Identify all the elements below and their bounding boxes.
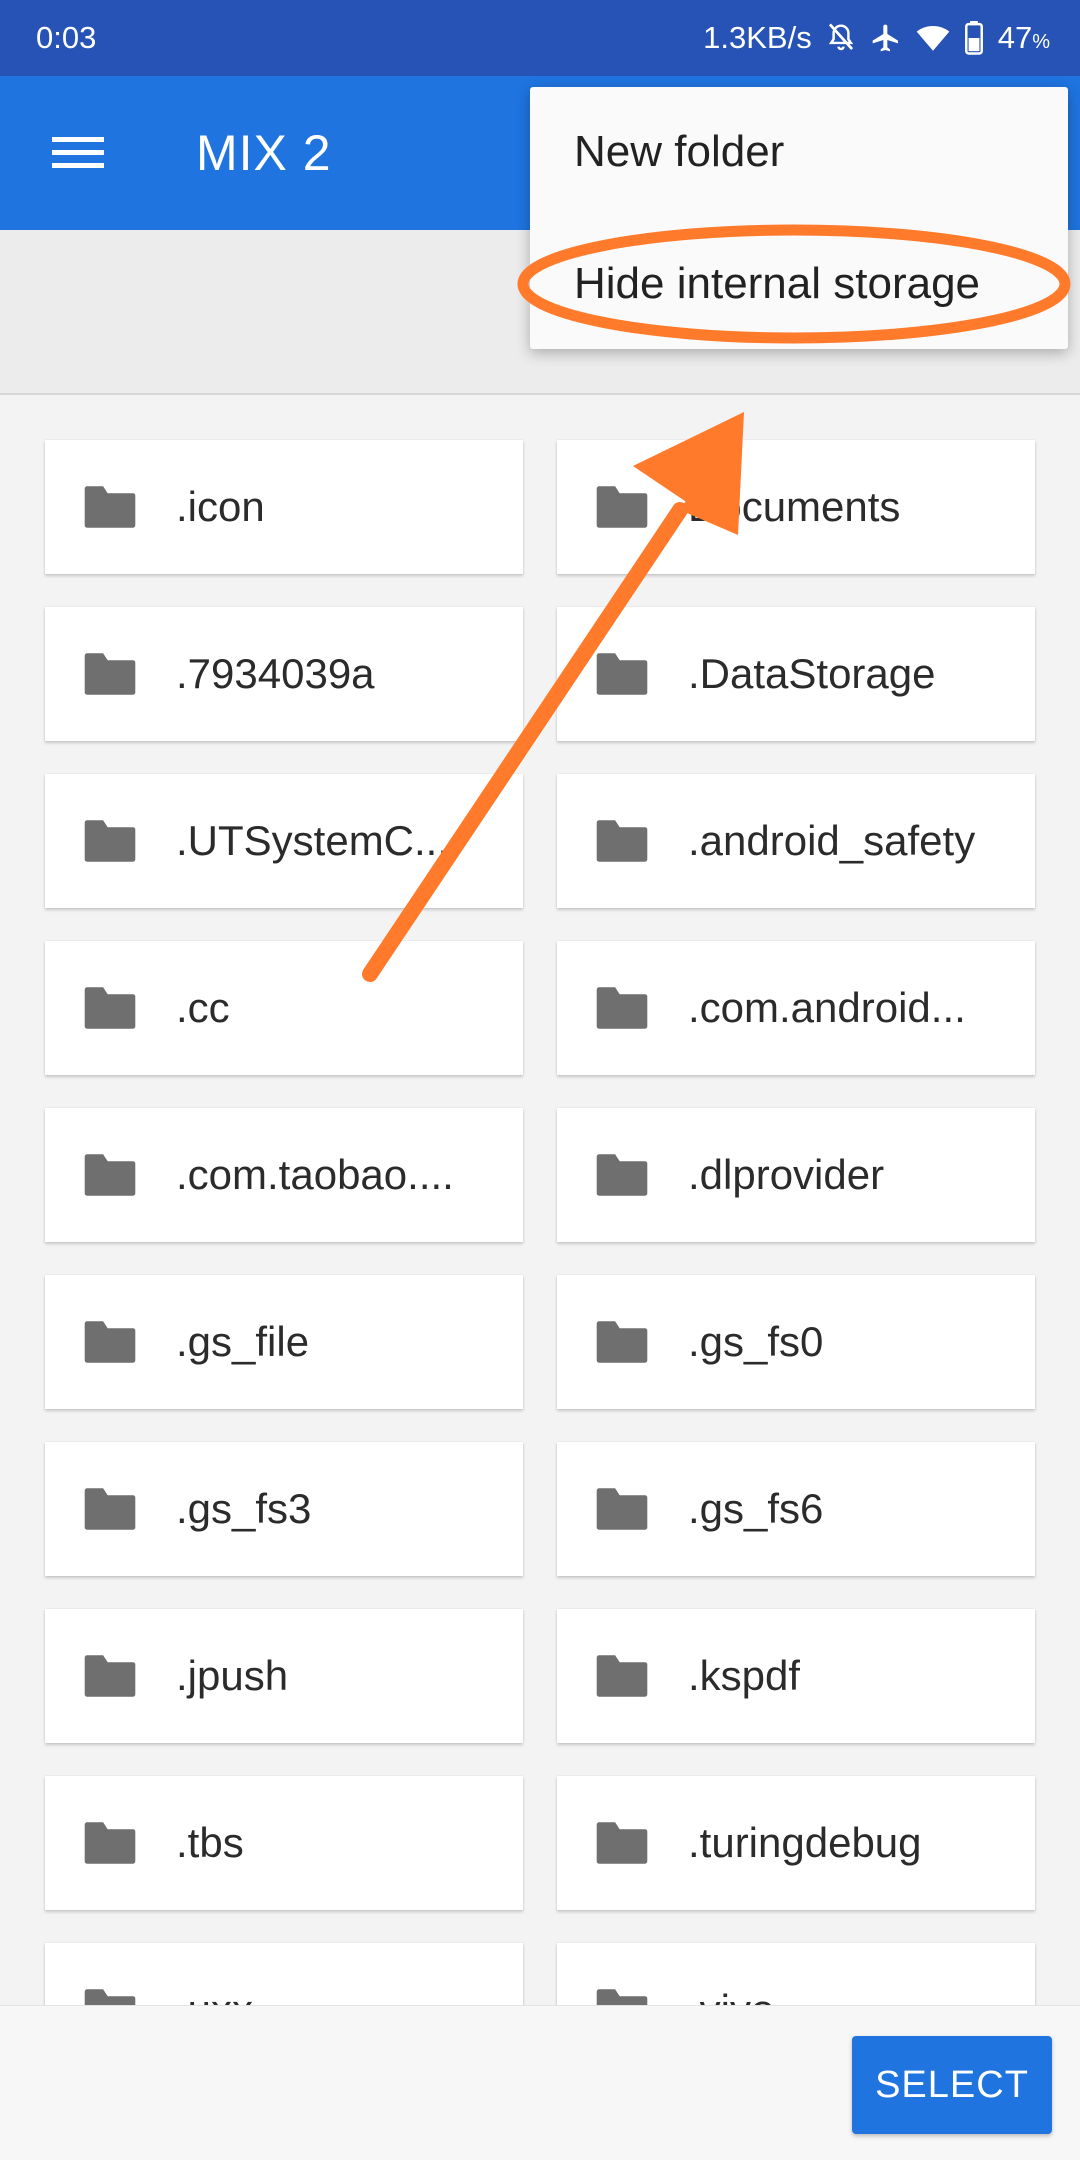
folder-tile[interactable]: .dlprovider (557, 1108, 1035, 1242)
folder-name: .UTSystemC... (176, 817, 450, 864)
menu-item-new-folder[interactable]: New folder (574, 127, 784, 177)
app-title: MIX 2 (196, 125, 332, 181)
folder-icon (596, 1321, 648, 1363)
folder-icon (596, 820, 648, 862)
folder-tile[interactable]: .gs_fs3 (45, 1442, 523, 1576)
folder-name: .jpush (176, 1652, 289, 1699)
folder-name: .DataStorage (688, 650, 936, 697)
folder-tile[interactable]: .gs_file (45, 1275, 523, 1409)
status-bar: 0:03 1.3KB/s 47% (0, 0, 1080, 76)
folder-tile[interactable]: .android_safety (557, 774, 1035, 908)
status-time: 0:03 (36, 20, 97, 55)
airplane-icon (870, 22, 902, 54)
folder-tile[interactable]: .com.taobao.... (45, 1108, 523, 1242)
folder-tile[interactable]: .tbs (45, 1776, 523, 1910)
folder-icon (596, 1655, 648, 1697)
folder-icon (596, 1154, 648, 1196)
folder-name: .tbs (176, 1819, 244, 1866)
battery-percent: 47% (997, 20, 1050, 55)
folder-tile[interactable]: .icon (45, 440, 523, 574)
folder-grid: .icon Documents .7934039a .DataStorage .UTSy… (45, 440, 1035, 2077)
folder-icon (84, 1154, 136, 1196)
folder-name: .turingdebug (688, 1819, 922, 1866)
folder-tile[interactable]: .UTSystemC... (45, 774, 523, 908)
folder-tile[interactable]: .kspdf (557, 1609, 1035, 1743)
folder-name: .icon (176, 483, 265, 530)
folder-tile[interactable]: Documents (557, 440, 1035, 574)
folder-icon (84, 1822, 136, 1864)
bell-off-icon (826, 22, 856, 54)
folder-name: .com.android... (688, 984, 966, 1031)
folder-tile[interactable]: .7934039a (45, 607, 523, 741)
network-speed: 1.3KB/s (703, 20, 812, 55)
overflow-menu: New folder Hide internal storage (530, 87, 1068, 349)
folder-tile[interactable]: .DataStorage (557, 607, 1035, 741)
folder-icon (596, 1488, 648, 1530)
folder-name: .gs_fs0 (688, 1318, 824, 1365)
folder-name: .cc (176, 984, 230, 1031)
wifi-icon (916, 23, 950, 53)
hamburger-icon[interactable] (40, 115, 116, 191)
folder-name: .gs_file (176, 1318, 310, 1365)
folder-tile[interactable]: .cc (45, 941, 523, 1075)
folder-icon (84, 1321, 136, 1363)
folder-name: .android_safety (688, 817, 976, 864)
folder-icon (596, 987, 648, 1029)
folder-tile[interactable]: .jpush (45, 1609, 523, 1743)
folder-name: .gs_fs6 (688, 1485, 824, 1532)
select-button[interactable]: SELECT (852, 2036, 1052, 2134)
bottom-bar: SELECT (0, 2005, 1080, 2160)
folder-icon (596, 653, 648, 695)
folder-name: .kspdf (688, 1652, 801, 1699)
folder-tile[interactable]: .turingdebug (557, 1776, 1035, 1910)
menu-item-hide-internal-storage[interactable]: Hide internal storage (574, 259, 980, 309)
folder-icon (84, 1488, 136, 1530)
folder-icon (84, 987, 136, 1029)
folder-tile[interactable]: .gs_fs0 (557, 1275, 1035, 1409)
folder-name: .dlprovider (688, 1151, 885, 1198)
folder-name: .gs_fs3 (176, 1485, 312, 1532)
folder-icon (84, 820, 136, 862)
folder-icon (596, 486, 648, 528)
status-icons: 1.3KB/s 47% (703, 20, 1050, 56)
folder-icon (84, 653, 136, 695)
folder-icon (84, 486, 136, 528)
folder-name: Documents (688, 483, 901, 530)
folder-tile[interactable]: .com.android... (557, 941, 1035, 1075)
folder-tile[interactable]: .gs_fs6 (557, 1442, 1035, 1576)
folder-icon (596, 1822, 648, 1864)
folder-name: .7934039a (176, 650, 375, 697)
folder-name: .com.taobao.... (176, 1151, 454, 1198)
battery-icon (964, 21, 984, 55)
folder-icon (84, 1655, 136, 1697)
